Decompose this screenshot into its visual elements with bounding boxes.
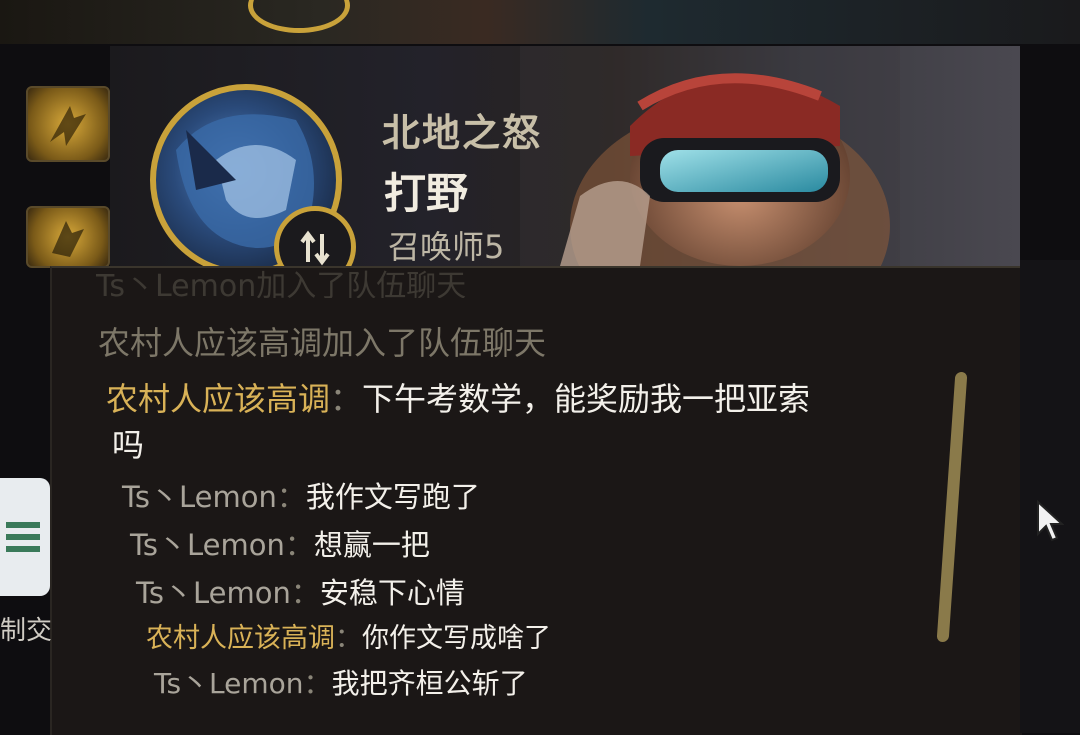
chat-colon: ：: [290, 576, 320, 610]
side-app-widget[interactable]: [0, 478, 50, 596]
chat-sender[interactable]: Ts丶Lemon: [136, 576, 291, 610]
chat-text: 我把齐桓公斩了: [331, 667, 528, 700]
assigned-role: 打野: [384, 169, 469, 218]
chat-system-line: 农村人应该高调加入了队伍聊天: [98, 324, 547, 362]
chat-text: 你作文写成啥了: [362, 623, 551, 654]
chat-colon: ：: [303, 667, 332, 700]
chat-text: 我作文写跑了: [305, 480, 480, 514]
chat-text: 安稳下心情: [319, 576, 465, 610]
chat-message: Ts丶Lemon：想赢一把: [130, 522, 430, 564]
chat-colon: ：: [284, 528, 314, 562]
chat-colon: ：: [335, 623, 362, 654]
mouse-cursor-icon: [1036, 499, 1065, 546]
side-widget-label: 制交: [0, 616, 53, 646]
chat-sender[interactable]: Ts丶Lemon: [122, 480, 277, 514]
chat-text: 想赢一把: [313, 528, 430, 562]
summoner-spell-flash-icon[interactable]: [26, 206, 110, 268]
champion-title: 北地之怒: [382, 111, 543, 155]
chat-sender[interactable]: Ts丶Lemon: [154, 667, 304, 700]
chat-text: 下午考数学，能奖励我一把亚索: [362, 380, 811, 418]
champion-splash-art: [520, 46, 900, 266]
chat-message: 农村人应该高调：你作文写成啥了: [146, 616, 551, 655]
chat-colon: ：: [276, 480, 306, 514]
chat-sender[interactable]: 农村人应该高调: [146, 623, 335, 654]
chat-system-line-partial: Ts丶Lemon加入了队伍聊天: [96, 269, 467, 298]
chat-message: Ts丶Lemon：安稳下心情: [136, 570, 465, 612]
chat-text-continued: 吗: [112, 426, 145, 464]
chat-sender[interactable]: 农村人应该高调: [106, 380, 330, 418]
top-strip: [0, 0, 1080, 44]
chat-colon: ：: [330, 380, 363, 418]
right-side-background: [1020, 260, 1080, 733]
chat-sender[interactable]: Ts丶Lemon: [130, 528, 285, 562]
chat-message: 农村人应该高调：下午考数学，能奖励我一把亚索: [106, 374, 810, 420]
chat-message: Ts丶Lemon：我作文写跑了: [122, 474, 480, 516]
chat-message: Ts丶Lemon：我把齐桓公斩了: [154, 662, 528, 702]
summoner-spell-smite-icon[interactable]: [26, 86, 110, 162]
summoner-name: 召唤师5: [388, 228, 505, 266]
